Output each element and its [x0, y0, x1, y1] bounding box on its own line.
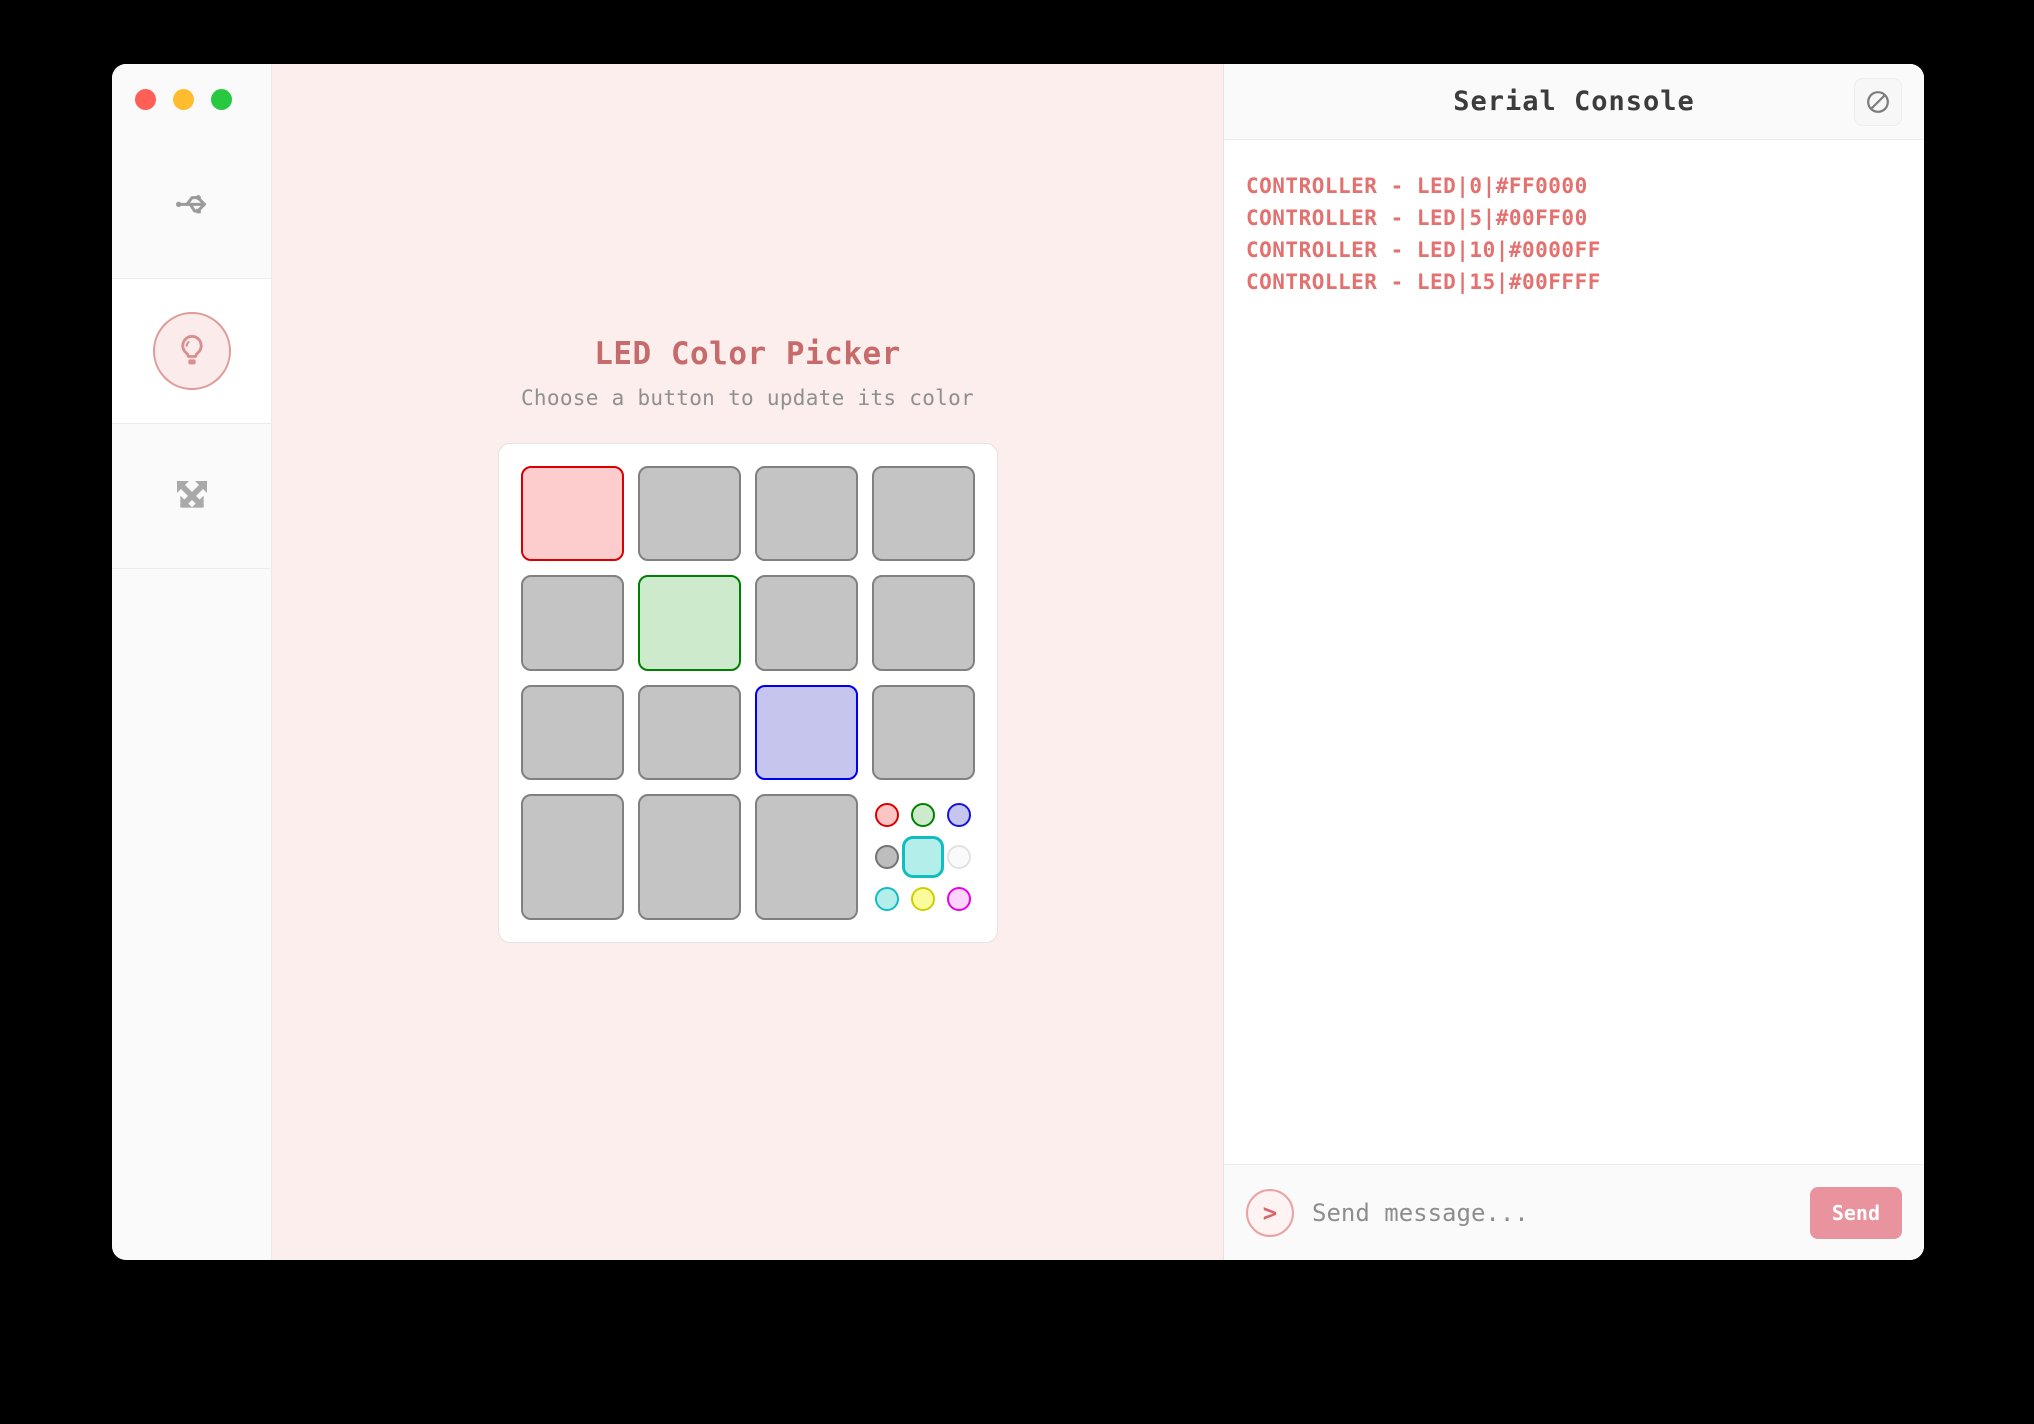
led-button-12[interactable] — [520, 794, 624, 920]
no-entry-icon — [1867, 90, 1889, 113]
color-swatch-blue[interactable] — [947, 803, 972, 827]
window-traffic-lights — [112, 64, 271, 134]
console-log: CONTROLLER - LED|0|#FF0000 CONTROLLER - L… — [1224, 140, 1924, 1164]
lightbulb-icon — [180, 334, 203, 365]
led-button-14[interactable] — [754, 794, 858, 920]
console-log-line: CONTROLLER - LED|0|#FF0000 — [1246, 174, 1588, 198]
maximize-window-button[interactable] — [211, 88, 232, 110]
serial-console-panel: Serial Console CONTROLLER - LED|0|#FF000… — [1224, 64, 1924, 1260]
led-button-9[interactable] — [637, 684, 741, 780]
color-swatch-gray[interactable] — [874, 845, 899, 869]
expand-arrows-icon-wrapper — [153, 457, 231, 535]
color-swatch-green[interactable] — [911, 803, 935, 827]
close-window-button[interactable] — [135, 88, 156, 110]
console-title: Serial Console — [1453, 86, 1695, 117]
sidebar-item-usb[interactable] — [112, 134, 271, 279]
led-grid-card — [497, 443, 998, 943]
led-button-0[interactable] — [520, 466, 624, 562]
main-stage: LED Color Picker Choose a button to upda… — [272, 64, 1224, 1260]
sidebar-item-led[interactable] — [112, 279, 271, 424]
minimize-window-button[interactable] — [173, 88, 194, 110]
clear-console-button[interactable] — [1854, 77, 1902, 126]
usb-icon — [175, 195, 206, 214]
led-button-11[interactable] — [871, 684, 975, 780]
led-button-8[interactable] — [520, 684, 624, 780]
led-button-10[interactable] — [754, 684, 858, 780]
led-button-6[interactable] — [754, 575, 858, 671]
led-button-13[interactable] — [637, 794, 741, 920]
page-title: LED Color Picker — [594, 336, 901, 372]
led-button-4[interactable] — [520, 575, 624, 671]
console-header: Serial Console — [1224, 64, 1924, 140]
app-window: LED Color Picker Choose a button to upda… — [112, 64, 1924, 1260]
usb-icon-wrapper — [153, 167, 231, 245]
color-swatch-cyan-2[interactable] — [874, 887, 899, 911]
send-message-input[interactable] — [1312, 1198, 1792, 1227]
console-input-bar: > Send — [1224, 1164, 1924, 1260]
led-button-7[interactable] — [871, 575, 975, 671]
page-subtitle: Choose a button to update its color — [520, 386, 974, 410]
console-log-line: CONTROLLER - LED|15|#00FFFF — [1246, 270, 1601, 294]
sidebar — [112, 64, 272, 1260]
led-button-1[interactable] — [637, 466, 741, 562]
color-swatch-red[interactable] — [874, 803, 899, 827]
color-swatch-white[interactable] — [947, 845, 972, 869]
lightbulb-icon-wrapper — [152, 312, 231, 390]
color-swatch-magenta[interactable] — [947, 887, 972, 911]
led-button-3[interactable] — [871, 466, 975, 562]
send-button[interactable]: Send — [1809, 1186, 1902, 1239]
sidebar-item-expand[interactable] — [112, 424, 271, 569]
led-button-2[interactable] — [754, 466, 858, 562]
expand-arrows-icon — [176, 481, 207, 508]
console-log-line: CONTROLLER - LED|10|#0000FF — [1246, 238, 1601, 262]
color-swatch-cyan[interactable] — [902, 836, 944, 878]
color-palette — [872, 794, 975, 920]
led-button-5[interactable] — [637, 575, 741, 671]
color-swatch-yellow[interactable] — [911, 887, 935, 911]
console-log-line: CONTROLLER - LED|5|#00FF00 — [1246, 206, 1588, 230]
prompt-chevron-icon[interactable]: > — [1246, 1188, 1294, 1237]
